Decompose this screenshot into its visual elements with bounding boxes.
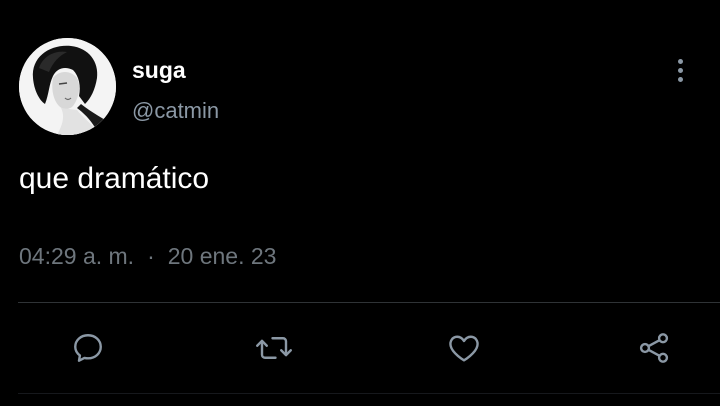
like-button[interactable] xyxy=(444,328,484,368)
display-name[interactable]: suga xyxy=(132,56,186,84)
tweet-card: suga @catmin que dramático 04:29 a. m. · 2… xyxy=(0,0,720,406)
bottom-divider xyxy=(18,393,720,394)
retweet-button[interactable] xyxy=(254,328,294,368)
tweet-timestamp: 04:29 a. m. · 20 ene. 23 xyxy=(19,241,276,271)
tweet-time[interactable]: 04:29 a. m. xyxy=(19,243,134,269)
more-dot-icon xyxy=(677,76,683,82)
heart-icon xyxy=(449,335,479,362)
divider xyxy=(18,302,720,303)
more-dot-icon xyxy=(677,67,683,73)
share-icon xyxy=(639,333,669,363)
user-handle[interactable]: @catmin xyxy=(132,97,219,125)
avatar[interactable] xyxy=(19,38,116,135)
meta-separator: · xyxy=(147,243,155,269)
more-options-button[interactable] xyxy=(666,54,694,86)
tweet-date[interactable]: 20 ene. 23 xyxy=(168,243,277,269)
more-dot-icon xyxy=(677,58,683,64)
share-button[interactable] xyxy=(634,328,674,368)
avatar-portrait xyxy=(19,38,116,135)
tweet-text: que dramático xyxy=(19,162,210,195)
reply-icon xyxy=(74,334,102,362)
reply-button[interactable] xyxy=(68,328,108,368)
retweet-icon xyxy=(256,337,292,359)
